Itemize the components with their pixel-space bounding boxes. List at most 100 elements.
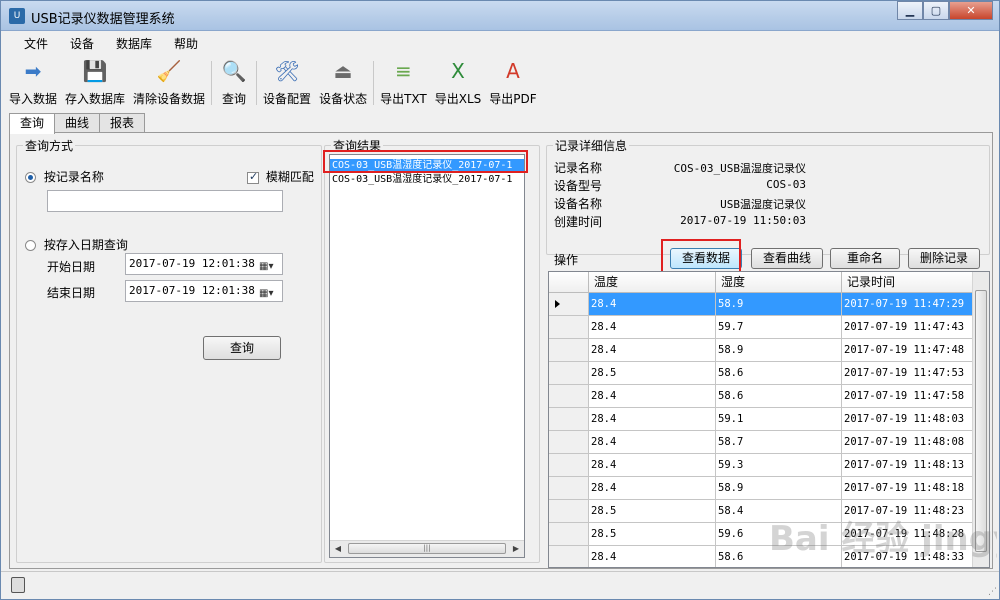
table-row[interactable]: 28.4 59.1 2017-07-19 11:48:03 [549,408,973,431]
table-row[interactable]: 28.4 59.3 2017-07-19 11:48:13 [549,454,973,477]
row-header[interactable] [549,454,589,477]
humidity-cell[interactable]: 58.7 [716,431,842,454]
txt-file-icon: ≡ [395,59,412,83]
temperature-cell[interactable]: 28.4 [589,454,716,477]
toolbar-button-txt-file[interactable]: ≡ 导出TXT [376,55,431,111]
temperature-cell[interactable]: 28.4 [589,385,716,408]
menu-device[interactable]: 设备 [59,35,105,52]
toolbar-button-usb-drive[interactable]: ⏏ 设备状态 [315,55,371,111]
row-header[interactable] [549,477,589,500]
end-date-picker[interactable]: 2017-07-19 12:01:38 ▦▾ [125,280,283,302]
row-header[interactable] [549,500,589,523]
column-header-temperature[interactable]: 温度 [589,272,716,293]
humidity-cell[interactable]: 58.9 [716,339,842,362]
temperature-cell[interactable]: 28.5 [589,500,716,523]
humidity-cell[interactable]: 58.6 [716,362,842,385]
result-item[interactable]: COS-03_USB温湿度记录仪_2017-07-1 [330,173,524,187]
toolbar-separator [373,61,375,105]
record-time-cell[interactable]: 2017-07-19 11:48:18 [842,477,973,500]
query-button[interactable]: 查询 [203,336,281,360]
delete-record-button[interactable]: 删除记录 [908,248,980,269]
column-header-record-time[interactable]: 记录时间 [842,272,973,293]
toolbar-button-magnifier[interactable]: 🔍 查询 [214,55,254,111]
temperature-cell[interactable]: 28.5 [589,523,716,546]
record-time-cell[interactable]: 2017-07-19 11:47:48 [842,339,973,362]
menu-database[interactable]: 数据库 [105,35,163,52]
row-header[interactable] [549,408,589,431]
record-time-cell[interactable]: 2017-07-19 11:47:58 [842,385,973,408]
temperature-cell[interactable]: 28.4 [589,477,716,500]
table-row[interactable]: 28.4 58.9 2017-07-19 11:48:18 [549,477,973,500]
temperature-cell[interactable]: 28.4 [589,546,716,567]
fuzzy-match-option[interactable]: 模糊匹配 [247,168,314,185]
scroll-right-icon[interactable]: ▶ [508,541,524,557]
by-date-option[interactable]: 按存入日期查询 [25,236,128,253]
row-header[interactable] [549,293,589,316]
humidity-cell[interactable]: 59.7 [716,316,842,339]
temperature-cell[interactable]: 28.4 [589,293,716,316]
record-time-cell[interactable]: 2017-07-19 11:47:53 [842,362,973,385]
table-row[interactable]: 28.4 58.6 2017-07-19 11:47:58 [549,385,973,408]
temperature-cell[interactable]: 28.5 [589,362,716,385]
temperature-cell[interactable]: 28.4 [589,408,716,431]
start-date-picker[interactable]: 2017-07-19 12:01:38 ▦▾ [125,253,283,275]
humidity-cell[interactable]: 58.6 [716,385,842,408]
by-name-option[interactable]: 按记录名称 [25,168,104,185]
close-button[interactable]: ✕ [949,1,993,20]
view-curve-button[interactable]: 查看曲线 [751,248,823,269]
row-header[interactable] [549,339,589,362]
toolbar-button-xls-file[interactable]: X 导出XLS [431,55,486,111]
scroll-thumb[interactable]: ||| [348,543,506,554]
tab-report[interactable]: 报表 [99,113,146,133]
toolbar-button-pdf-file[interactable]: A 导出PDF [485,55,540,111]
record-name-input[interactable] [47,190,283,212]
table-row[interactable]: 28.4 58.9 2017-07-19 11:47:48 [549,339,973,362]
calendar-dropdown-icon[interactable]: ▦▾ [259,284,279,299]
column-header-humidity[interactable]: 湿度 [716,272,842,293]
temperature-cell[interactable]: 28.4 [589,339,716,362]
maximize-button[interactable]: ▢ [923,1,949,20]
row-header[interactable] [549,362,589,385]
record-time-cell[interactable]: 2017-07-19 11:48:13 [842,454,973,477]
results-listbox[interactable]: COS-03_USB温湿度记录仪_2017-07-1 COS-03_USB温湿度… [329,154,525,558]
record-time-cell[interactable]: 2017-07-19 11:48:08 [842,431,973,454]
record-time-cell[interactable]: 2017-07-19 11:47:29 [842,293,973,316]
tab-query[interactable]: 查询 [9,113,56,134]
fuzzy-match-label: 模糊匹配 [265,170,314,184]
resize-grip-icon[interactable]: ⋰ [988,587,997,597]
rename-button[interactable]: 重命名 [830,248,900,269]
by-name-radio[interactable] [25,172,36,183]
table-row[interactable]: 28.4 58.9 2017-07-19 11:47:29 [549,293,973,316]
toolbar-button-save-floppy[interactable]: 💾 存入数据库 [61,55,129,111]
scroll-left-icon[interactable]: ◀ [330,541,346,557]
menu-file[interactable]: 文件 [13,35,59,52]
toolbar-label: 查询 [222,92,247,106]
calendar-dropdown-icon[interactable]: ▦▾ [259,257,279,272]
humidity-cell[interactable]: 58.9 [716,293,842,316]
toolbar-button-import-arrow[interactable]: ➡ 导入数据 [5,55,61,111]
humidity-cell[interactable]: 59.3 [716,454,842,477]
toolbar-button-tools[interactable]: 🛠 设备配置 [259,55,315,111]
row-header[interactable] [549,546,589,567]
temperature-cell[interactable]: 28.4 [589,431,716,454]
row-header[interactable] [549,316,589,339]
fuzzy-match-checkbox[interactable] [247,170,259,184]
record-time-cell[interactable]: 2017-07-19 11:47:43 [842,316,973,339]
by-date-radio[interactable] [25,240,36,251]
minimize-button[interactable]: ▁ [897,1,923,20]
toolbar-button-broom[interactable]: 🧹 清除设备数据 [129,55,209,111]
row-header[interactable] [549,385,589,408]
humidity-cell[interactable]: 58.9 [716,477,842,500]
table-row[interactable]: 28.4 58.7 2017-07-19 11:48:08 [549,431,973,454]
table-row[interactable]: 28.5 58.6 2017-07-19 11:47:53 [549,362,973,385]
row-header[interactable] [549,523,589,546]
results-horizontal-scrollbar[interactable]: ◀ ||| ▶ [330,540,524,557]
menu-help[interactable]: 帮助 [163,35,209,52]
tab-curve[interactable]: 曲线 [54,113,101,133]
temperature-cell[interactable]: 28.4 [589,316,716,339]
table-row[interactable]: 28.4 59.7 2017-07-19 11:47:43 [549,316,973,339]
record-time-cell[interactable]: 2017-07-19 11:48:03 [842,408,973,431]
humidity-cell[interactable]: 59.1 [716,408,842,431]
toolbar-label: 导出PDF [489,92,537,106]
row-header[interactable] [549,431,589,454]
